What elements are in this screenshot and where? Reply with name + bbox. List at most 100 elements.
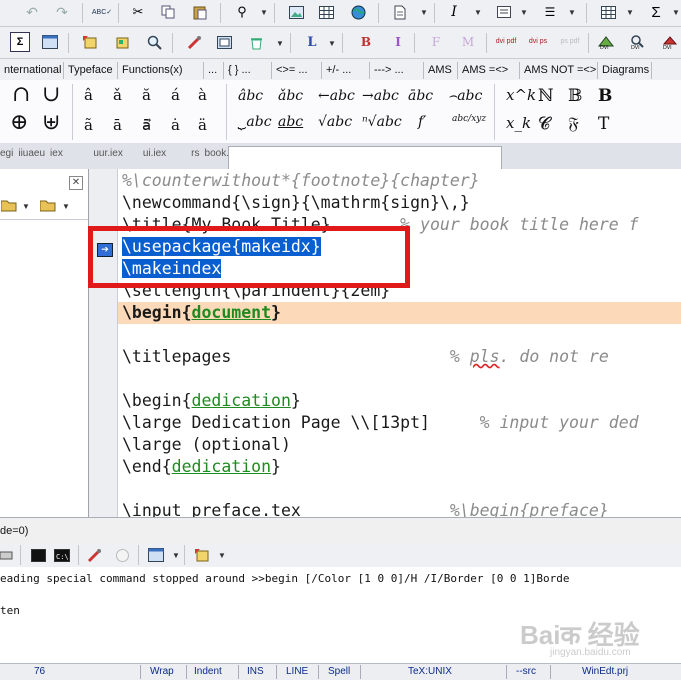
- editor-line[interactable]: %\counterwithout*{footnote}{chapter}: [122, 170, 480, 192]
- symbol-check-a[interactable]: ǎ: [113, 86, 122, 104]
- symbol-tab[interactable]: { } ...: [224, 62, 272, 79]
- symbol-prime[interactable]: f′: [418, 114, 426, 130]
- chevron-down-icon[interactable]: ▼: [474, 8, 482, 17]
- symbol-overleftarrow[interactable]: ←abc: [318, 88, 355, 104]
- symbol-overline[interactable]: ābc: [408, 88, 433, 104]
- print-icon[interactable]: [0, 545, 16, 565]
- symbol-subscript[interactable]: x_k: [506, 114, 531, 132]
- panel-close-icon[interactable]: ✕: [69, 176, 83, 190]
- globe-icon[interactable]: [348, 2, 368, 22]
- find-binoculars-icon[interactable]: ⚲: [232, 2, 252, 22]
- chevron-down-icon[interactable]: ▼: [626, 8, 634, 17]
- insert-icon[interactable]: [80, 32, 100, 52]
- symbol-tab[interactable]: nternational: [0, 62, 64, 79]
- pencil-icon[interactable]: [184, 32, 204, 52]
- symbol-tab[interactable]: +/- ...: [322, 62, 370, 79]
- dvi-ps-button[interactable]: dvi ps: [526, 32, 550, 52]
- chevron-down-icon[interactable]: ▼: [260, 8, 268, 17]
- chevron-down-icon[interactable]: ▼: [568, 8, 576, 17]
- symbol-bold-b[interactable]: B: [598, 86, 612, 106]
- chevron-down-icon[interactable]: ▼: [276, 39, 284, 48]
- folder-icon[interactable]: [40, 199, 56, 212]
- symbol-hat-a[interactable]: â: [84, 86, 93, 104]
- symbol-oplus[interactable]: ⊕: [10, 110, 28, 135]
- sum-box-icon[interactable]: Σ: [10, 32, 30, 52]
- status-line-number[interactable]: 76: [34, 666, 45, 677]
- status-line-mode[interactable]: LINE: [286, 666, 308, 677]
- document-tab[interactable]: egi iiuaeu iex uur.iex ui.iex rs book.te…: [0, 148, 242, 159]
- image-icon[interactable]: [286, 2, 306, 22]
- symbol-cap[interactable]: ∩: [12, 82, 30, 107]
- status-indent[interactable]: Indent: [194, 666, 222, 677]
- symbol-mathcal-c[interactable]: 𝓒: [538, 114, 550, 134]
- symbol-mathbb-n[interactable]: ℕ: [538, 86, 554, 106]
- table-icon[interactable]: [316, 2, 336, 22]
- symbol-underline[interactable]: abc: [278, 114, 303, 130]
- copy-icon[interactable]: [158, 2, 178, 22]
- symbol-dot-a[interactable]: ȧ: [171, 116, 180, 134]
- font-f-button[interactable]: F: [426, 32, 446, 52]
- symbol-tab[interactable]: AMS NOT =<>: [520, 62, 598, 79]
- chevron-down-icon[interactable]: ▼: [62, 202, 70, 211]
- italic-icon[interactable]: I: [444, 2, 464, 22]
- symbol-vec-a[interactable]: ā⃗: [142, 116, 151, 134]
- symbol-sqrt[interactable]: √abc: [318, 114, 352, 130]
- status-ins[interactable]: INS: [247, 666, 264, 677]
- symbol-acute-a[interactable]: á: [171, 86, 180, 104]
- editor-line[interactable]: \titlepages % pls. do not re: [122, 346, 609, 368]
- bold-button[interactable]: B: [356, 32, 376, 52]
- chevron-down-icon[interactable]: ▼: [328, 39, 336, 48]
- symbol-tab[interactable]: AMS: [424, 62, 458, 79]
- document-icon[interactable]: [390, 2, 410, 22]
- chevron-down-icon[interactable]: ▼: [520, 8, 528, 17]
- dvi-pdf-button[interactable]: dvi pdf: [494, 32, 518, 52]
- cmd-icon[interactable]: C:\: [52, 545, 72, 565]
- symbol-superscript[interactable]: x^k: [506, 86, 536, 104]
- frame-icon[interactable]: [214, 32, 234, 52]
- chevron-down-icon[interactable]: ▼: [22, 202, 30, 211]
- editor-line[interactable]: \newcommand{\sign}{\mathrm{sign}\,}: [122, 192, 470, 214]
- symbol-tab[interactable]: Functions(x): [118, 62, 204, 79]
- cut-icon[interactable]: ✂: [128, 2, 148, 22]
- symbol-grave-a[interactable]: à: [198, 86, 207, 104]
- symbol-nth-root[interactable]: ⁿ√abc: [362, 114, 402, 130]
- chevron-down-icon[interactable]: ▼: [420, 8, 428, 17]
- latex-l-button[interactable]: L: [302, 32, 322, 52]
- status-spell[interactable]: Spell: [328, 666, 350, 677]
- editor-line[interactable]: \end{dedication}: [122, 456, 281, 478]
- editor-line[interactable]: \large Dedication Page \\[13pt] % input …: [122, 412, 639, 434]
- status-format[interactable]: TeX:UNIX: [408, 666, 452, 677]
- math-m-button[interactable]: M: [458, 32, 478, 52]
- redo-icon[interactable]: ↷: [52, 2, 72, 22]
- symbol-underbrace[interactable]: ⏟abc: [238, 114, 272, 130]
- window-icon[interactable]: [146, 545, 166, 565]
- symbol-mathfrak-f[interactable]: 𝔉: [568, 114, 579, 134]
- symbol-bar-a[interactable]: ā: [113, 116, 122, 134]
- matrix-icon[interactable]: [598, 2, 618, 22]
- symbol-widehat[interactable]: âbc: [238, 88, 263, 104]
- editor-line[interactable]: \large (optional): [122, 434, 291, 456]
- editor-line[interactable]: \input preface.tex %\begin{preface}: [122, 500, 609, 517]
- symbol-overbrace[interactable]: ⌢abc: [448, 88, 482, 104]
- symbol-tab[interactable]: Typeface: [64, 62, 118, 79]
- chevron-down-icon[interactable]: ▼: [218, 551, 226, 560]
- status-project[interactable]: WinEdt.prj: [582, 666, 628, 677]
- editor-line[interactable]: \begin{dedication}: [122, 390, 301, 412]
- symbol-cup[interactable]: ∪: [42, 82, 60, 107]
- symbol-sans-t[interactable]: T: [598, 114, 609, 134]
- symbol-ddot-a[interactable]: ä: [198, 116, 207, 134]
- symbol-tilde-a[interactable]: ã: [84, 116, 93, 134]
- window-icon[interactable]: [40, 32, 60, 52]
- symbol-tab[interactable]: Diagrams: [598, 62, 652, 79]
- paste-icon[interactable]: [190, 2, 210, 22]
- symbol-tab[interactable]: ...: [204, 62, 224, 79]
- pencil-icon[interactable]: [84, 545, 104, 565]
- dvi-run-icon[interactable]: DVI: [660, 32, 680, 52]
- spellcheck-icon[interactable]: ABC✓: [92, 2, 112, 22]
- symbol-frac[interactable]: abc/xyz: [452, 114, 486, 124]
- editor-line[interactable]: \begin{document}: [122, 302, 281, 324]
- dvi-preview-icon[interactable]: DVI: [596, 32, 616, 52]
- undo-icon[interactable]: ↶: [22, 2, 42, 22]
- insert-icon[interactable]: [192, 545, 212, 565]
- align-icon[interactable]: [494, 2, 514, 22]
